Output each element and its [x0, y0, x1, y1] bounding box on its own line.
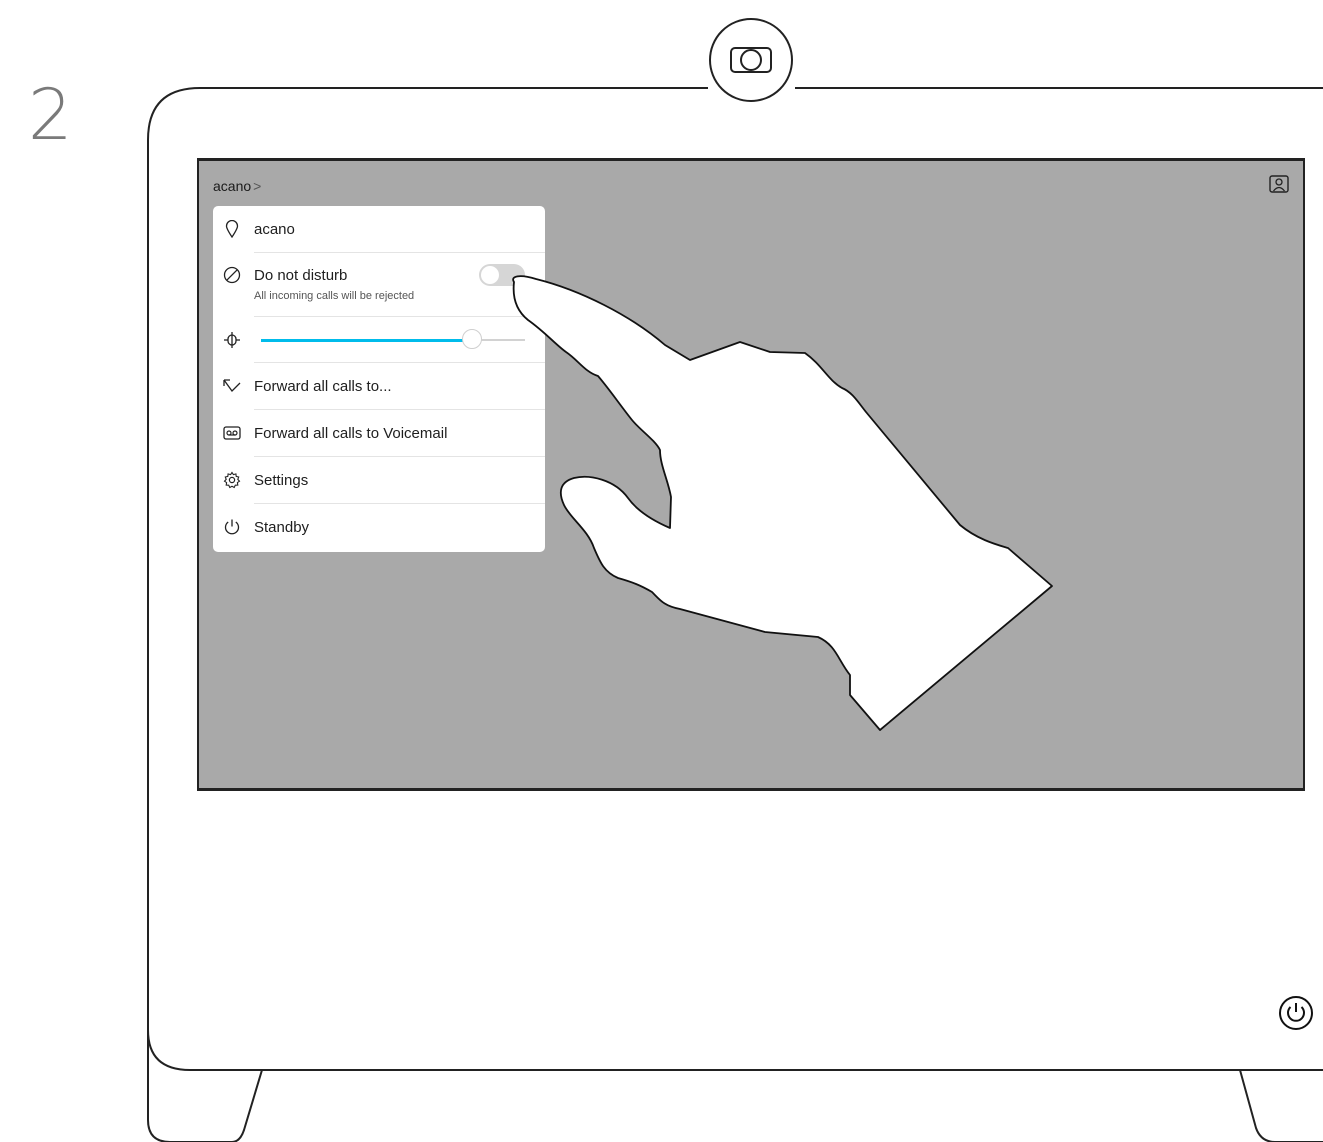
camera-icon: [709, 18, 793, 102]
forward-voicemail-label: Forward all calls to Voicemail: [254, 424, 448, 442]
slider-thumb[interactable]: [462, 329, 482, 349]
chevron-right-icon: >: [253, 178, 262, 194]
divider: [254, 316, 545, 317]
voicemail-icon: [222, 423, 242, 443]
slider-fill: [261, 338, 472, 342]
standby-label: Standby: [254, 518, 310, 536]
breadcrumb[interactable]: acano >: [213, 178, 261, 194]
menu-item-standby[interactable]: Standby: [213, 516, 545, 538]
block-icon: [222, 265, 242, 285]
do-not-disturb-description: All incoming calls will be rejected: [254, 290, 415, 302]
brightness-icon: [222, 330, 242, 350]
power-button[interactable]: [1278, 995, 1314, 1031]
toggle-knob: [481, 266, 499, 284]
divider: [254, 503, 545, 504]
step-number: 2: [28, 74, 73, 156]
divider: [254, 252, 545, 253]
forward-calls-label: Forward all calls to...: [254, 377, 392, 395]
menu-item-location[interactable]: acano: [213, 218, 545, 240]
standby-icon: [222, 517, 242, 537]
location-label: acano: [254, 220, 295, 238]
device-illustration: 2 acano > acano Do not disturb All incom…: [0, 0, 1323, 1142]
forward-arrow-icon: [222, 376, 242, 396]
divider: [254, 362, 545, 363]
menu-item-settings[interactable]: Settings: [213, 469, 545, 491]
control-panel-menu: acano Do not disturb All incoming calls …: [213, 206, 545, 552]
selfview-icon[interactable]: [1269, 175, 1289, 193]
menu-item-forward-calls[interactable]: Forward all calls to...: [213, 375, 545, 397]
location-pin-icon: [222, 219, 242, 239]
breadcrumb-label: acano: [213, 178, 252, 194]
do-not-disturb-label: Do not disturb: [254, 266, 348, 284]
divider: [254, 409, 545, 410]
menu-item-forward-voicemail[interactable]: Forward all calls to Voicemail: [213, 422, 545, 444]
gear-icon: [222, 470, 242, 490]
settings-label: Settings: [254, 471, 309, 489]
do-not-disturb-toggle[interactable]: [479, 264, 525, 286]
divider: [254, 456, 545, 457]
touch-screen: acano > acano Do not disturb All incomin…: [197, 158, 1305, 791]
menu-item-do-not-disturb[interactable]: Do not disturb: [213, 264, 545, 286]
brightness-slider[interactable]: [261, 329, 525, 349]
